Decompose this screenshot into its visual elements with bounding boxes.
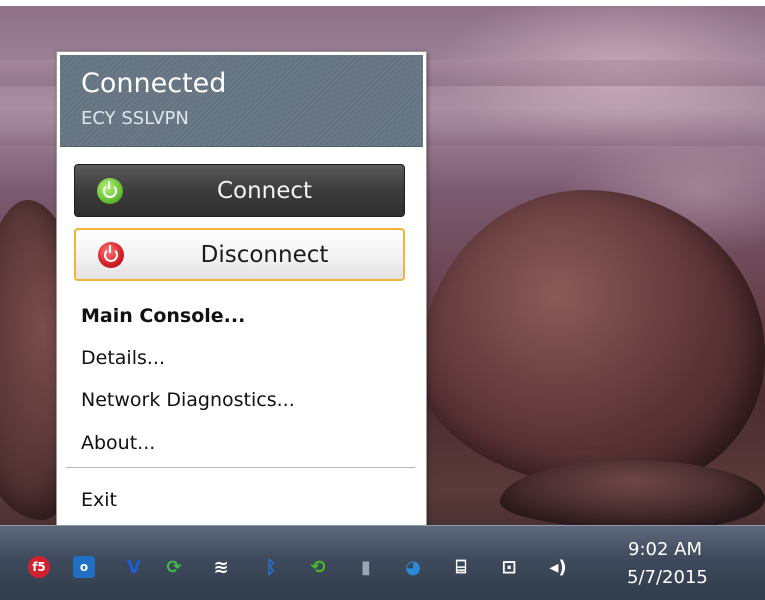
menu-item-about[interactable]: About... (81, 430, 155, 456)
menu-item-details[interactable]: Details... (81, 345, 165, 371)
menu-separator (66, 467, 415, 468)
power-off-icon (98, 242, 124, 268)
top-edge (0, 0, 765, 6)
menu-item-network-diagnostics[interactable]: Network Diagnostics... (81, 387, 295, 413)
taskbar: f5 o V ⟳ ≋ ᛒ ⟲ ▮ ◕ ⌸ ⊡ ◂) 9:02 AM 5/7/2015 (0, 525, 765, 600)
disconnect-button[interactable]: Disconnect (74, 228, 405, 281)
connect-label: Connect (216, 177, 313, 204)
popup-header: Connected ECY SSLVPN (60, 55, 423, 147)
vpn-profile-name: ECY SSLVPN (81, 108, 189, 129)
globe-icon[interactable]: ◕ (402, 556, 424, 578)
clock-time[interactable]: 9:02 AM (628, 539, 702, 561)
power-plug-icon[interactable]: ⌸ (450, 556, 472, 578)
menu-item-main-console[interactable]: Main Console... (81, 303, 245, 329)
connection-status: Connected (81, 68, 227, 99)
disconnect-label: Disconnect (200, 241, 329, 268)
v-icon[interactable]: V (123, 556, 145, 578)
power-on-icon (97, 178, 123, 204)
volume-icon[interactable]: ◂) (547, 556, 569, 578)
refresh-icon[interactable]: ⟲ (307, 556, 329, 578)
menu-item-exit[interactable]: Exit (81, 487, 117, 513)
outlook-icon[interactable]: o (73, 556, 95, 578)
network-icon[interactable]: ⊡ (498, 556, 520, 578)
clock-date[interactable]: 5/7/2015 (627, 567, 708, 589)
rock-formation (420, 190, 765, 490)
usb-icon[interactable]: ▮ (355, 556, 377, 578)
f5-icon[interactable]: f5 (28, 556, 50, 578)
rock-formation (500, 460, 765, 530)
sync-icon[interactable]: ⟳ (163, 556, 185, 578)
bluetooth-icon[interactable]: ᛒ (260, 556, 282, 578)
wifi-icon[interactable]: ≋ (210, 556, 232, 578)
vpn-tray-popup: Connected ECY SSLVPN Connect Disconnect … (56, 51, 427, 528)
connect-button[interactable]: Connect (74, 164, 405, 217)
